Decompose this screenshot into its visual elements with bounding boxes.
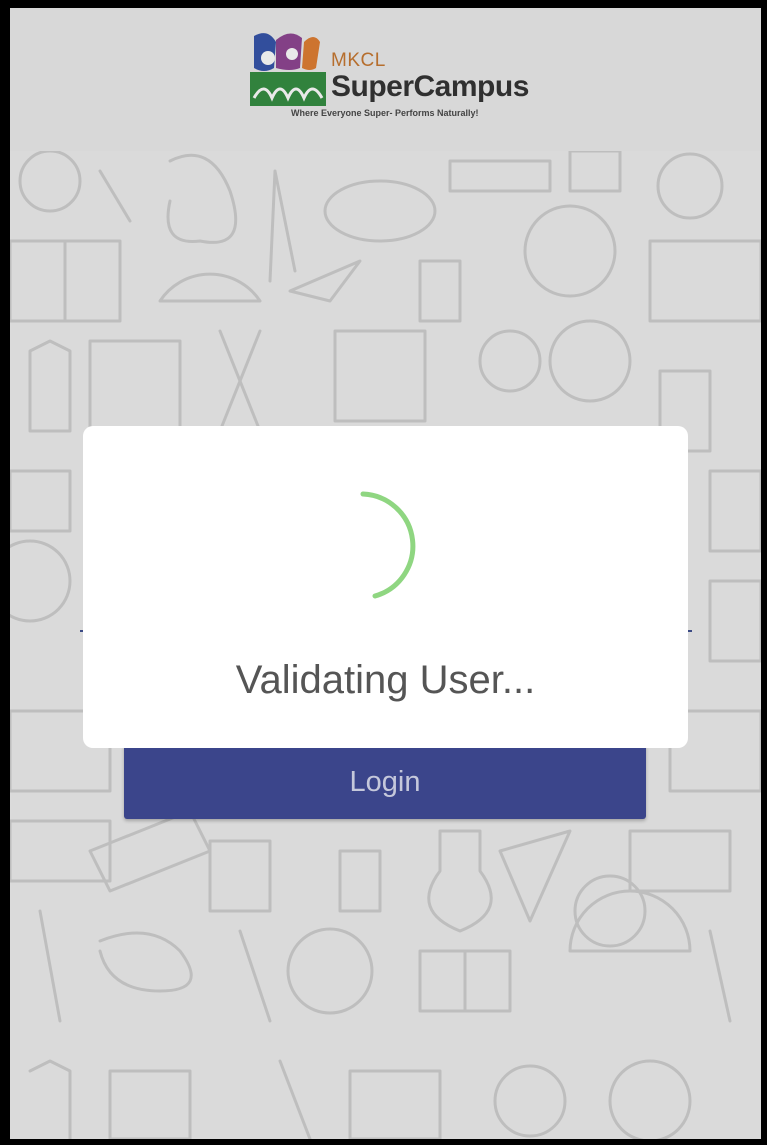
- app-screen: MKCL SuperCampus Where Everyone Super- P…: [10, 8, 761, 1139]
- progress-dialog: Validating User...: [83, 426, 688, 748]
- loading-spinner-icon: [360, 491, 416, 599]
- dialog-message: Validating User...: [235, 658, 536, 702]
